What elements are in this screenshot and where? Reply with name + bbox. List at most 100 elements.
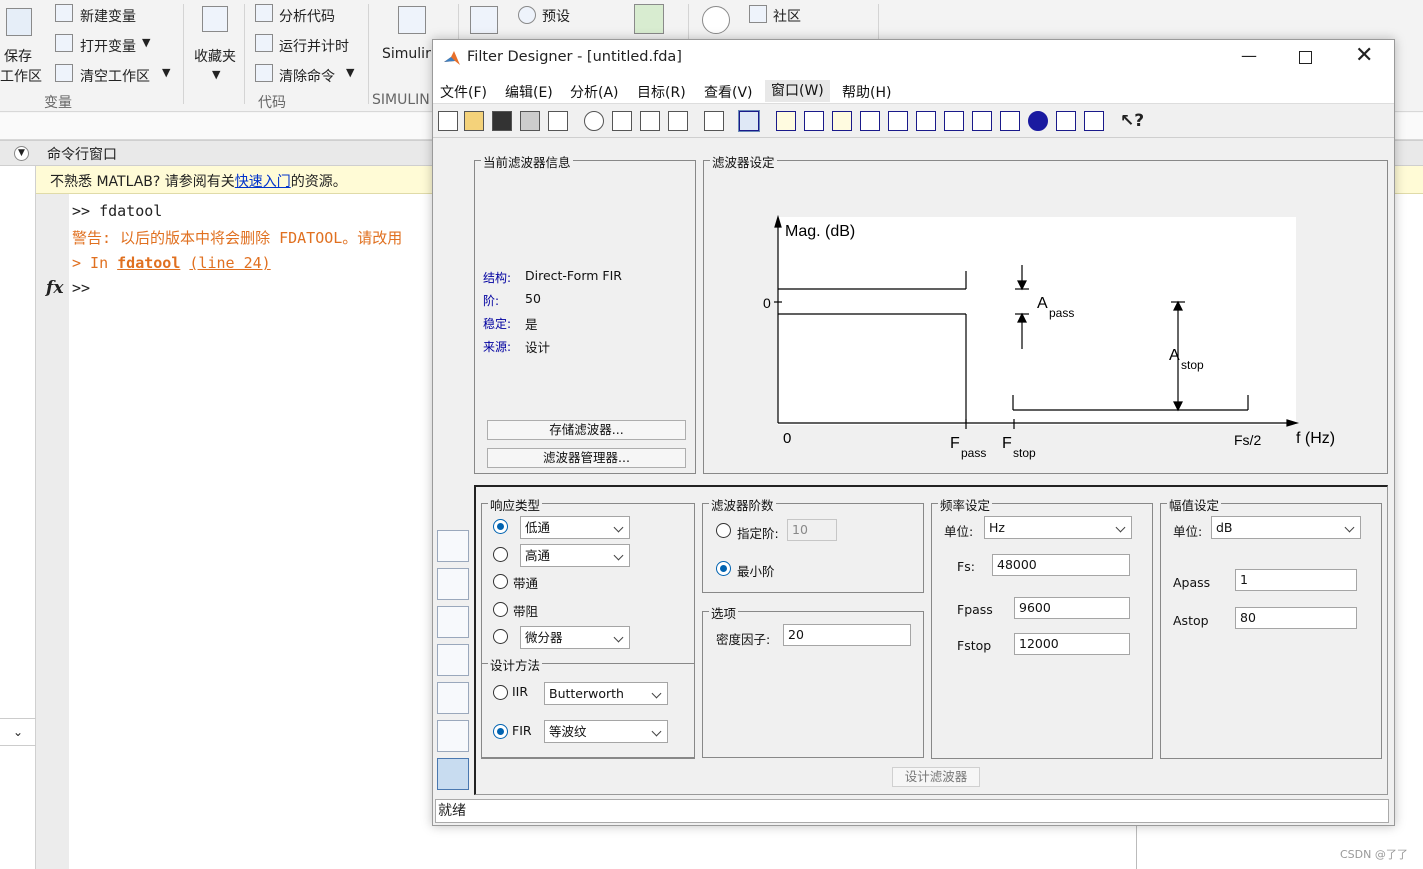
step-response-icon[interactable] (944, 111, 964, 131)
multirate-tool-icon[interactable] (437, 758, 469, 790)
full-view-icon[interactable] (668, 111, 688, 131)
fir-radio[interactable] (493, 724, 508, 739)
apass-input[interactable]: 1 (1235, 569, 1357, 591)
clear-workspace-button[interactable]: 清空工作区 (80, 66, 150, 86)
magnitude-unit-select[interactable]: dB (1211, 516, 1361, 539)
whats-this-icon[interactable]: ↖? (1120, 111, 1144, 131)
round-off-noise-icon[interactable] (1056, 111, 1076, 131)
import-filter-tool-icon[interactable] (437, 720, 469, 752)
zoom-y-icon[interactable] (640, 111, 660, 131)
astop-input[interactable]: 80 (1235, 607, 1357, 629)
fx-icon[interactable]: fx (46, 278, 63, 298)
phase-response-icon[interactable] (804, 111, 824, 131)
info-icon[interactable] (1028, 111, 1048, 131)
open-variable-icon[interactable] (55, 34, 73, 52)
collapse-chevron-icon[interactable]: ▼ (14, 146, 29, 161)
design-filter-button[interactable]: 设计滤波器 (892, 767, 980, 787)
coefficients-icon[interactable] (1000, 111, 1020, 131)
addons-icon[interactable] (634, 4, 664, 34)
expand-chevron-icon[interactable]: ⌄ (0, 718, 36, 746)
zoom-x-icon[interactable] (612, 111, 632, 131)
open-variable-chevron-icon[interactable]: ▼ (142, 36, 150, 49)
community-icon[interactable] (749, 5, 767, 23)
preset-button[interactable]: 预设 (542, 6, 570, 26)
filter-manager-button[interactable]: 滤波器管理器... (487, 448, 686, 468)
menu-view[interactable]: 查看(V) (704, 82, 753, 102)
iir-method-select[interactable]: Butterworth (544, 682, 668, 705)
bandpass-radio[interactable] (493, 574, 508, 589)
new-variable-icon[interactable] (55, 4, 73, 22)
minimum-order-radio[interactable] (716, 561, 731, 576)
menu-file[interactable]: 文件(F) (440, 82, 487, 102)
clear-commands-chevron-icon[interactable]: ▼ (346, 66, 354, 79)
open-variable-button[interactable]: 打开变量 (80, 36, 136, 56)
print-preview-icon[interactable] (548, 111, 568, 131)
zoom-in-icon[interactable] (584, 111, 604, 131)
fs-input[interactable]: 48000 (992, 554, 1130, 576)
simulink-icon[interactable] (398, 6, 426, 34)
group-delay-icon[interactable] (860, 111, 880, 131)
favorites-chevron-icon[interactable]: ▼ (212, 68, 220, 81)
run-and-time-button[interactable]: 运行并计时 (279, 36, 349, 56)
favorites-button[interactable]: 收藏夹 (194, 46, 236, 66)
fpass-input[interactable]: 9600 (1014, 597, 1130, 619)
menu-edit[interactable]: 编辑(E) (505, 82, 553, 102)
differentiator-select[interactable]: 微分器 (520, 626, 630, 649)
close-icon[interactable]: ✕ (1355, 44, 1373, 68)
specify-order-radio[interactable] (716, 523, 731, 538)
specify-order-input[interactable]: 10 (787, 519, 837, 541)
frequency-unit-select[interactable]: Hz (984, 516, 1132, 539)
magnitude-response-icon[interactable] (776, 111, 796, 131)
command-prompt[interactable]: >> (72, 279, 90, 297)
menu-analysis[interactable]: 分析(A) (570, 82, 619, 102)
lowpass-select[interactable]: 低通 (520, 516, 630, 539)
save-label[interactable]: 保存 (4, 46, 32, 66)
differentiator-radio[interactable] (493, 629, 508, 644)
save-workspace-icon[interactable] (6, 8, 32, 36)
save-icon[interactable] (492, 111, 512, 131)
density-factor-input[interactable]: 20 (783, 624, 911, 646)
filter-spec-icon[interactable] (738, 110, 760, 132)
run-and-time-icon[interactable] (255, 34, 273, 52)
store-filter-button[interactable]: 存储滤波器... (487, 420, 686, 440)
analyze-code-button[interactable]: 分析代码 (279, 6, 335, 26)
fdatool-link[interactable]: fdatool (117, 254, 180, 272)
realize-model-tool-icon[interactable] (437, 644, 469, 676)
quantize-tool-icon[interactable] (437, 606, 469, 638)
favorites-icon[interactable] (202, 6, 228, 32)
layout-icon[interactable] (470, 6, 498, 34)
impulse-response-icon[interactable] (916, 111, 936, 131)
simulink-button[interactable]: Simulir (382, 46, 431, 62)
workspace-label[interactable]: 工作区 (0, 66, 42, 86)
pole-zero-icon[interactable] (972, 111, 992, 131)
help-icon[interactable] (702, 6, 730, 34)
clear-workspace-chevron-icon[interactable]: ▼ (162, 66, 170, 79)
getting-started-link[interactable]: 快速入门 (235, 174, 291, 190)
fir-method-select[interactable]: 等波纹 (544, 720, 668, 743)
line-link[interactable]: (line 24) (189, 254, 270, 272)
design-filter-tool-icon[interactable] (437, 530, 469, 562)
lowpass-radio[interactable] (493, 519, 508, 534)
menu-window[interactable]: 窗口(W) (765, 80, 830, 102)
preferences-gear-icon[interactable] (518, 6, 536, 24)
minimize-icon[interactable]: — (1241, 46, 1257, 65)
highpass-radio[interactable] (493, 547, 508, 562)
mag-phase-icon[interactable] (832, 111, 852, 131)
new-variable-button[interactable]: 新建变量 (80, 6, 136, 26)
new-window-icon[interactable] (704, 111, 724, 131)
fstop-input[interactable]: 12000 (1014, 633, 1130, 655)
open-folder-icon[interactable] (464, 111, 484, 131)
transform-filter-tool-icon[interactable] (437, 568, 469, 600)
print-icon[interactable] (520, 111, 540, 131)
new-file-icon[interactable] (438, 111, 458, 131)
analyze-code-icon[interactable] (255, 4, 273, 22)
iir-radio[interactable] (493, 685, 508, 700)
magnitude-estimate-icon[interactable] (1084, 111, 1104, 131)
community-button[interactable]: 社区 (773, 6, 801, 26)
clear-workspace-icon[interactable] (55, 64, 73, 82)
maximize-icon[interactable] (1299, 51, 1312, 64)
bandstop-radio[interactable] (493, 602, 508, 617)
menu-targets[interactable]: 目标(R) (637, 82, 686, 102)
highpass-select[interactable]: 高通 (520, 544, 630, 567)
phase-delay-icon[interactable] (888, 111, 908, 131)
